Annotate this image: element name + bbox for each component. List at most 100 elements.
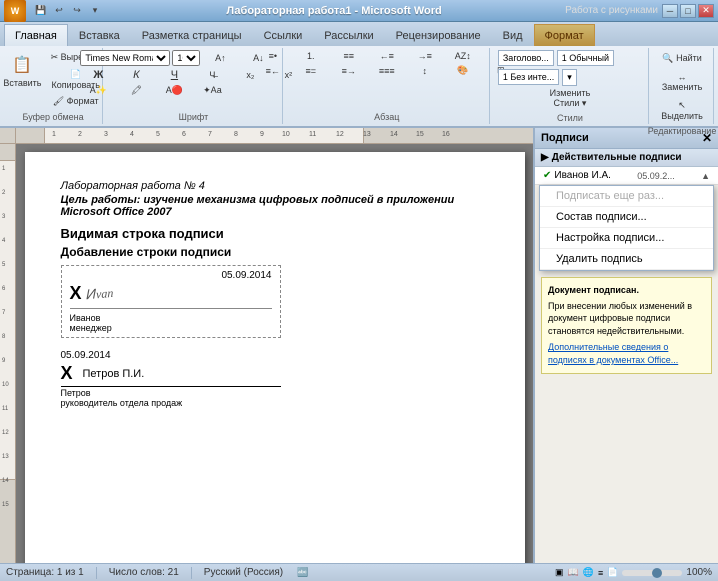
multilevel-button[interactable]: ≡≡	[331, 50, 367, 62]
style-heading-button[interactable]: Заголово...	[498, 50, 554, 66]
tab-format[interactable]: Формат	[534, 24, 595, 46]
zoom-slider[interactable]	[622, 570, 682, 576]
section2-title: Добавление строки подписи	[61, 245, 489, 259]
numbering-button[interactable]: 1.	[293, 50, 329, 62]
clipboard-label: Буфер обмена	[22, 110, 83, 122]
find-button[interactable]: 🔍 Найти	[656, 50, 708, 67]
menu-item-composition[interactable]: Состав подписи...	[540, 207, 713, 228]
menu-item-settings[interactable]: Настройка подписи...	[540, 228, 713, 249]
active-sigs-section[interactable]: ▶ Действительные подписи	[535, 149, 718, 167]
title-bar: W 💾 ↩ ↪ ▾ Лабораторная работа1 - Microso…	[0, 0, 718, 22]
highlight-button[interactable]: 🖍	[118, 84, 154, 97]
font-color-button[interactable]: A🔴	[156, 84, 192, 97]
line-spacing-button[interactable]: ↕	[407, 65, 443, 77]
view-web-button[interactable]: 🌐	[583, 567, 594, 578]
ruler-num-9: 9	[260, 131, 264, 138]
window-title: Лабораторная работа1 - Microsoft Word	[103, 5, 565, 17]
tab-mailings[interactable]: Рассылки	[313, 24, 384, 46]
select-button[interactable]: ↖ Выделить	[656, 97, 708, 124]
bold-button[interactable]: Ж	[80, 68, 116, 82]
save-button[interactable]: 💾	[33, 3, 49, 19]
sig-entry-ivanov[interactable]: ✔ Иванов И.А. 05.09.2... ▲	[535, 167, 718, 185]
grow-font-button[interactable]: A↑	[202, 52, 238, 64]
zoom-area: ▣ 📖 🌐 ≡ 📄 100%	[555, 567, 712, 578]
font-size-select[interactable]: 16	[172, 50, 200, 66]
sig2-name-text: Петров П.И.	[83, 368, 145, 380]
sig2-x-mark: X	[61, 363, 73, 384]
customize-qa-button[interactable]: ▾	[87, 3, 103, 19]
language-label: Русский (Россия)	[204, 567, 283, 578]
left-ruler-num-4: 4	[2, 238, 5, 244]
undo-button[interactable]: ↩	[51, 3, 67, 19]
sig2-date: 05.09.2014	[61, 350, 489, 361]
tab-insert[interactable]: Вставка	[68, 24, 131, 46]
tab-home[interactable]: Главная	[4, 24, 68, 46]
tab-review[interactable]: Рецензирование	[385, 24, 492, 46]
ribbon-content: 📋 Вставить ✂ Вырезать 📄 Копировать 🖌 Фор…	[0, 46, 718, 126]
left-ruler-num-2: 2	[2, 190, 5, 196]
page-status: Страница: 1 из 1	[6, 567, 84, 578]
panel-info-box: Документ подписан. При внесении любых из…	[541, 277, 712, 374]
clear-format-button[interactable]: ✦Аа	[194, 84, 230, 97]
minimize-button[interactable]: ─	[662, 4, 678, 18]
paste-button[interactable]: 📋 Вставить	[1, 50, 44, 91]
view-outline-button[interactable]: ≡	[598, 568, 603, 578]
align-right-button[interactable]: ≡→	[331, 65, 367, 77]
view-normal-button[interactable]: ▣	[555, 567, 564, 578]
decrease-indent-button[interactable]: ←≡	[369, 50, 405, 62]
tab-view[interactable]: Вид	[492, 24, 534, 46]
increase-indent-button[interactable]: →≡	[407, 50, 443, 62]
word-count-status: Число слов: 21	[109, 567, 179, 578]
status-bar: Страница: 1 из 1 Число слов: 21 Русский …	[0, 563, 718, 581]
document-page[interactable]: Лабораторная работа № 4 Цель работы: изу…	[25, 152, 525, 563]
style-more-button[interactable]: ▾	[562, 69, 577, 86]
menu-item-sign-again: Подписать еще раз...	[540, 186, 713, 207]
tab-page-layout[interactable]: Разметка страницы	[131, 24, 253, 46]
ruler-num-3: 3	[104, 131, 108, 138]
ruler-num-8: 8	[234, 131, 238, 138]
view-reading-button[interactable]: 📖	[568, 567, 579, 578]
ribbon-group-paragraph: ≡• 1. ≡≡ ←≡ →≡ AZ↕ ¶ ≡← ≡= ≡→ ≡≡≡ ↕ 🎨 ⊞	[285, 48, 490, 124]
paragraph-label: Абзац	[374, 110, 399, 122]
text-effects-button[interactable]: A✨	[80, 84, 116, 97]
ruler-num-13: 13	[363, 131, 371, 138]
tab-references[interactable]: Ссылки	[253, 24, 314, 46]
close-button[interactable]: ✕	[698, 4, 714, 18]
sig1-x-mark: X	[70, 283, 82, 304]
menu-item-delete[interactable]: Удалить подпись	[540, 249, 713, 270]
maximize-button[interactable]: □	[680, 4, 696, 18]
replace-button[interactable]: ↔ Заменить	[656, 69, 708, 95]
left-ruler-num-8: 8	[2, 334, 5, 340]
doc-lab-title: Лабораторная работа № 4	[61, 180, 489, 192]
sort-button[interactable]: AZ↕	[445, 50, 481, 62]
italic-button[interactable]: К	[118, 68, 154, 82]
bullets-button[interactable]: ≡•	[255, 50, 291, 62]
font-family-select[interactable]: Times New Roman	[80, 50, 170, 66]
align-left-button[interactable]: ≡←	[255, 65, 291, 77]
view-draft-button[interactable]: 📄	[607, 567, 618, 578]
style-normal-button[interactable]: 1 Обычный	[557, 50, 614, 66]
ruler-num-11: 11	[309, 131, 316, 138]
ruler-num-15: 15	[416, 131, 424, 138]
scroll-indicator: ▲	[701, 171, 710, 181]
redo-button[interactable]: ↪	[69, 3, 85, 19]
office-logo[interactable]: W	[4, 0, 26, 22]
doc-scroll-area[interactable]: 1 2 3 4 5 6 7 8 9 10 11 12 13 14 15 Лабо…	[0, 144, 533, 563]
strikethrough-button[interactable]: Ч̶	[194, 69, 230, 81]
doc-subtitle: Цель работы: изучение механизма цифровых…	[61, 194, 489, 218]
zoom-thumb[interactable]	[652, 568, 662, 578]
font-label: Шрифт	[179, 110, 209, 122]
justify-button[interactable]: ≡≡≡	[369, 65, 405, 77]
sig-box-1[interactable]: 05.09.2014 X Иvan Иванов менеджер	[61, 265, 281, 338]
signatures-panel: Подписи ✕ ▶ Действительные подписи ✔ Ива…	[533, 128, 718, 563]
panel-info-title: Документ подписан.	[548, 284, 705, 297]
edit-label: Редактирование	[648, 124, 717, 136]
align-center-button[interactable]: ≡=	[293, 65, 329, 77]
style-no-spacing-button[interactable]: 1 Без инте...	[498, 69, 559, 85]
change-styles-button[interactable]: ИзменитьСтили ▾	[545, 86, 596, 111]
context-menu: Подписать еще раз... Состав подписи... Н…	[539, 185, 714, 271]
underline-button[interactable]: Ч	[156, 68, 192, 82]
panel-info-link[interactable]: Дополнительные сведения о подписях в док…	[548, 341, 705, 366]
shading-button[interactable]: 🎨	[445, 64, 481, 77]
left-ruler-num-13: 13	[2, 454, 9, 460]
